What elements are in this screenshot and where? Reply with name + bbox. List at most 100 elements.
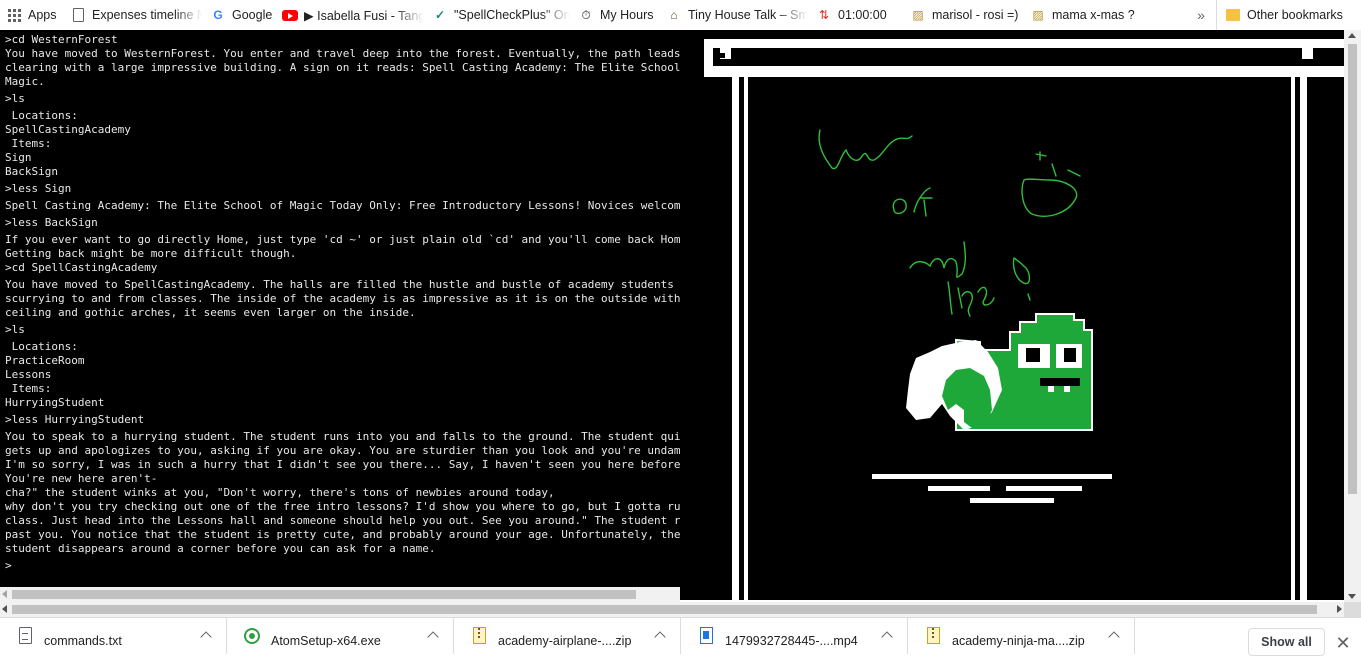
scrollbar-thumb[interactable]	[12, 590, 636, 599]
download-filename: 1479932728445-....mp4	[725, 633, 858, 648]
game-canvas[interactable]	[680, 30, 1344, 600]
terminal-line: You to speak to a hurrying student. The …	[5, 430, 680, 443]
pattern-icon: ▨	[912, 8, 924, 22]
temple-frame	[704, 39, 1344, 600]
download-item[interactable]: AtomSetup-x64.exe	[227, 617, 454, 654]
scroll-left-arrow-icon[interactable]	[2, 605, 7, 613]
text-file-icon	[16, 626, 34, 646]
spellcheck-icon: ✓	[434, 8, 446, 22]
scrollbar-thumb[interactable]	[12, 605, 1317, 614]
bookmark-timer[interactable]: ⇅ 01:00:00	[812, 0, 906, 30]
terminal-line: scurrying to and from classes. The insid…	[5, 292, 680, 305]
download-item[interactable]: 1479932728445-....mp4	[681, 617, 908, 654]
bookmark-label: Apps	[28, 8, 57, 22]
terminal-line: Items:	[5, 137, 52, 150]
terminal-line: >less HurryingStudent	[5, 413, 145, 426]
download-item[interactable]: academy-ninja-ma....zip	[908, 617, 1135, 654]
terminal-line: >cd WesternForest	[5, 33, 118, 46]
download-filename: AtomSetup-x64.exe	[271, 633, 381, 648]
bookmark-label: 01:00:00	[838, 8, 887, 22]
bookmark-apps[interactable]: Apps	[0, 0, 66, 30]
show-all-downloads-button[interactable]: Show all	[1248, 628, 1325, 656]
bookmark-tiny-house-talk[interactable]: ⌂ Tiny House Talk – Sm	[662, 0, 812, 30]
bookmark-marisol-rosi[interactable]: ▨ marisol - rosi =)	[906, 0, 1026, 30]
scroll-down-arrow-icon[interactable]	[1348, 594, 1356, 599]
terminal-line: cha?" the student winks at you, "Don't w…	[5, 486, 555, 499]
terminal-line: Lessons	[5, 368, 52, 381]
bookmark-label: mama x-mas ?	[1052, 8, 1135, 22]
terminal-line: Spell Casting Academy: The Elite School …	[5, 199, 680, 212]
scroll-right-arrow-icon[interactable]	[1337, 605, 1342, 613]
terminal-line: HurryingStudent	[5, 396, 105, 409]
downloads-bar: commands.txt AtomSetup-x64.exe academy-a…	[0, 617, 1361, 656]
terminal-line: clearing with a large impressive buildin…	[5, 61, 680, 74]
folder-icon	[1225, 7, 1241, 23]
terminal-line: Sign	[5, 151, 32, 164]
terminal-line: PracticeRoom	[5, 354, 85, 367]
chevron-up-icon[interactable]	[1108, 630, 1120, 643]
page-vertical-scrollbar[interactable]	[1344, 30, 1361, 602]
terminal-line: SpellCastingAcademy	[5, 123, 131, 136]
bookmark-label: Tiny House Talk – Sm	[688, 8, 808, 22]
bookmark-youtube[interactable]: ▶ Isabella Fusi - Tang	[278, 0, 428, 30]
terminal-horizontal-scrollbar[interactable]	[0, 587, 680, 602]
terminal-line: why don't you try checking out one of th…	[5, 500, 680, 513]
other-bookmarks-label: Other bookmarks	[1247, 8, 1343, 22]
terminal-line: You have moved to WesternForest. You ent…	[5, 47, 680, 60]
download-filename: academy-airplane-....zip	[498, 633, 632, 648]
bookmark-label: marisol - rosi =)	[932, 8, 1019, 22]
bookmark-label: "SpellCheckPlus" Onl	[454, 8, 570, 22]
chevron-up-icon[interactable]	[881, 630, 893, 643]
green-creature	[872, 313, 1112, 503]
bookmark-expenses-timeline[interactable]: Expenses timeline Ma	[66, 0, 206, 30]
video-file-icon	[697, 626, 715, 646]
chevron-up-icon[interactable]	[427, 630, 439, 643]
google-icon: G	[213, 8, 223, 22]
download-item[interactable]: academy-airplane-....zip	[454, 617, 681, 654]
download-filename: academy-ninja-ma....zip	[952, 633, 1085, 648]
atom-installer-icon	[243, 626, 261, 646]
terminal-line: ceiling and gothic arches, it seems even…	[5, 306, 416, 319]
terminal-prompt[interactable]: >	[5, 559, 680, 573]
page-horizontal-scrollbar[interactable]	[0, 602, 1344, 617]
terminal-line: Getting back might be more difficult tho…	[5, 247, 297, 260]
bookmarks-overflow-button[interactable]: »	[1186, 0, 1216, 30]
bookmark-label: ▶ Isabella Fusi - Tang	[304, 8, 424, 23]
youtube-icon	[282, 7, 298, 23]
terminal-line: Items:	[5, 382, 52, 395]
terminal-line: Locations:	[5, 109, 78, 122]
bookmark-mama-xmas[interactable]: ▨ mama x-mas ?	[1026, 0, 1186, 30]
bookmark-spellcheckplus[interactable]: ✓ "SpellCheckPlus" Onl	[428, 0, 574, 30]
terminal-line: student disappears around a corner befor…	[5, 542, 436, 555]
stopwatch-icon: ⏱	[581, 8, 591, 22]
scroll-up-arrow-icon[interactable]	[1348, 33, 1356, 38]
chevron-up-icon[interactable]	[654, 630, 666, 643]
other-bookmarks[interactable]: Other bookmarks	[1216, 0, 1351, 30]
terminal-output[interactable]: >cd WesternForest You have moved to Weste…	[0, 30, 680, 587]
zip-file-icon	[470, 626, 488, 646]
game-scene	[704, 39, 1344, 600]
terminal-line: class. Just head into the Lessons hall a…	[5, 514, 680, 527]
terminal-line: >ls	[5, 323, 25, 336]
apps-grid-icon	[6, 7, 22, 23]
terminal-line: You have moved to SpellCastingAcademy. T…	[5, 278, 674, 291]
bookmark-google[interactable]: G Google	[206, 0, 278, 30]
bookmark-label: Google	[232, 8, 273, 22]
download-item[interactable]: commands.txt	[0, 617, 227, 654]
bookmark-label: Expenses timeline Ma	[92, 8, 202, 22]
chevron-up-icon[interactable]	[200, 630, 212, 643]
terminal-line: >cd SpellCastingAcademy	[5, 261, 158, 274]
scrollbar-thumb[interactable]	[1348, 44, 1357, 494]
terminal-line: past you. You notice that the student is…	[5, 528, 680, 541]
terminal-line: You're new here aren't-	[5, 472, 158, 485]
close-icon[interactable]: ✕	[1333, 633, 1353, 653]
scroll-left-arrow-icon[interactable]	[2, 590, 7, 598]
terminal-line: >less BackSign	[5, 216, 98, 229]
timer-icon: ⇅	[818, 8, 830, 22]
terminal-line: If you ever want to go directly Home, ju…	[5, 233, 680, 246]
terminal-line: I'm so sorry, I was in such a hurry that…	[5, 458, 680, 471]
terminal-line: gets up and apologizes to you, asking if…	[5, 444, 680, 457]
doodle-scribble	[818, 129, 1081, 317]
terminal-line: >ls	[5, 92, 25, 105]
bookmark-my-hours[interactable]: ⏱ My Hours	[574, 0, 662, 30]
